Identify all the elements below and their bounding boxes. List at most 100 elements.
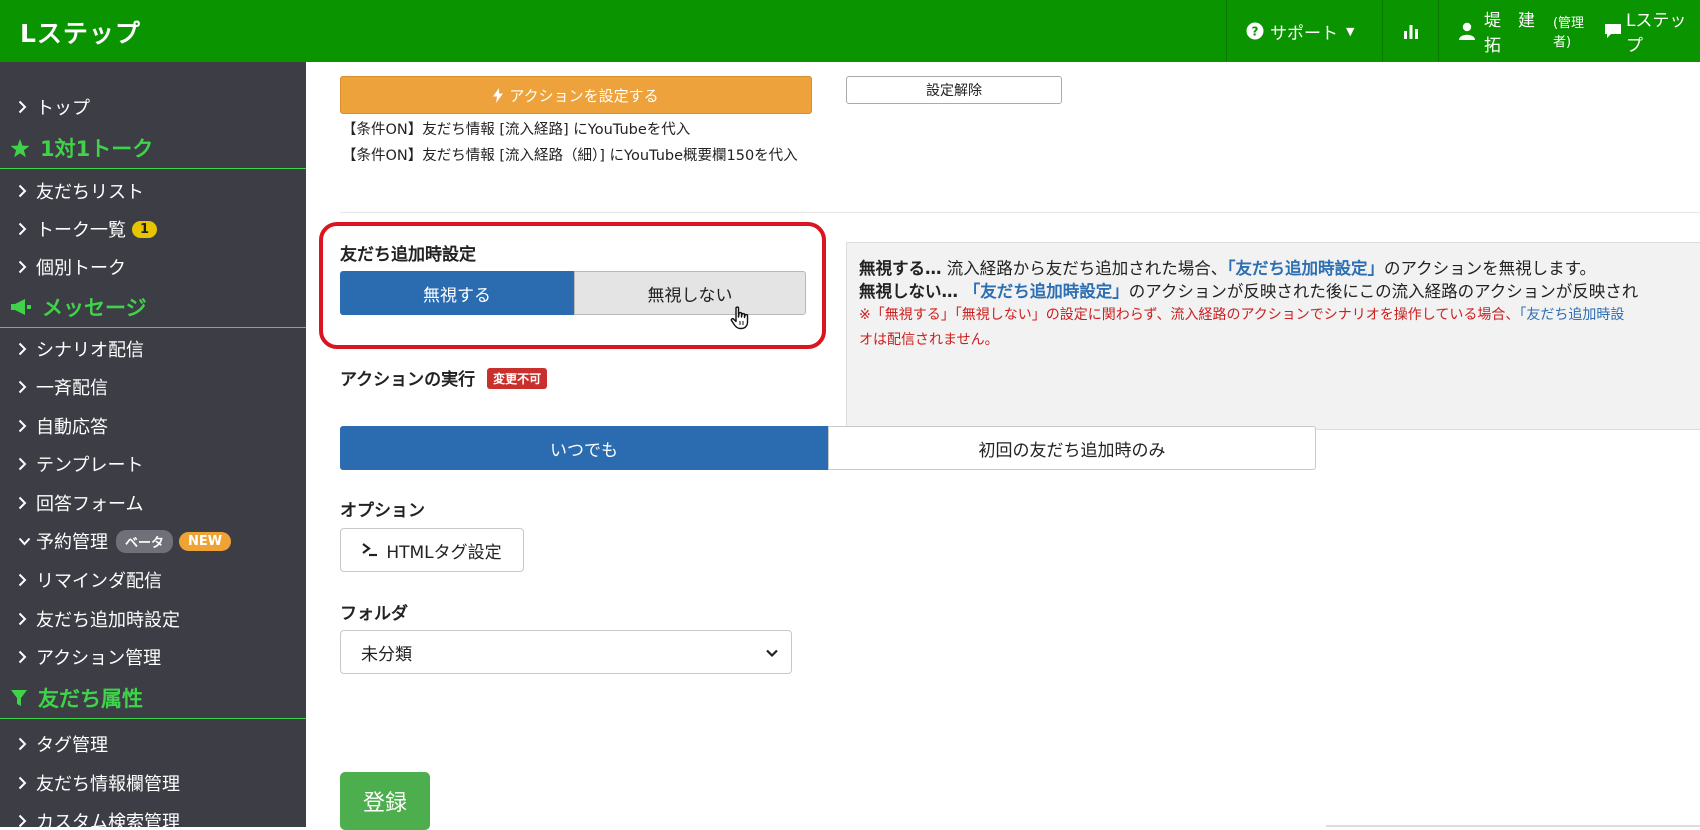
chevron-down-icon	[18, 537, 32, 546]
sidebar-item-action-management[interactable]: アクション管理	[0, 638, 306, 676]
set-action-label: アクションを設定する	[509, 86, 659, 105]
chevron-right-icon	[18, 260, 32, 274]
sidebar-item-individual-talk[interactable]: 個別トーク	[0, 248, 306, 286]
user-icon	[1458, 22, 1476, 40]
help-text: 流入経路から友だち追加された場合、	[941, 259, 1228, 278]
support-menu[interactable]: ? サポート ▼	[1246, 0, 1354, 62]
support-label: サポート	[1270, 23, 1338, 44]
svg-text:?: ?	[1252, 25, 1259, 39]
help-term-not-ignore: 無視しない…	[859, 282, 958, 301]
sidebar-item-label: シナリオ配信	[36, 340, 144, 361]
chevron-right-icon	[18, 776, 32, 790]
sidebar-item-label: 個別トーク	[36, 258, 126, 279]
help-line-ignore: 無視する… 流入経路から友だち追加された場合、「友だち追加時設定」のアクションを…	[859, 257, 1700, 280]
user-name: 堤 建拓	[1484, 11, 1535, 56]
chevron-right-icon	[18, 814, 32, 827]
option-label: オプション	[340, 501, 425, 521]
sidebar-item-friend-list[interactable]: 友だちリスト	[0, 172, 306, 210]
sidebar-heading-message: メッセージ	[0, 287, 306, 328]
friend-add-setting-link[interactable]: 「友だち追加時設定」	[958, 282, 1129, 301]
sidebar-item-label: 友だち追加時設定	[36, 610, 180, 631]
sidebar-item-template[interactable]: テンプレート	[0, 445, 306, 483]
chevron-right-icon	[18, 737, 32, 751]
caret-down-icon: ▼	[1346, 24, 1355, 38]
help-text: のアクションを無視します。	[1384, 259, 1597, 278]
user-menu[interactable]: 堤 建拓 (管理者) Lステップ	[1458, 0, 1700, 62]
folder-label: フォルダ	[340, 604, 408, 624]
condition-line: 【条件ON】友だち情報 [流入経路] にYouTubeを代入	[342, 122, 691, 138]
chevron-right-icon	[18, 612, 32, 626]
friend-add-setting-label: 友だち追加時設定	[340, 245, 476, 265]
section-divider	[340, 212, 1700, 213]
locked-badge: 変更不可	[487, 368, 548, 389]
sidebar-item-label: 友だちリスト	[36, 182, 144, 203]
sidebar-heading-label: 1対1トーク	[40, 137, 154, 161]
condition-line: 【条件ON】友だち情報 [流入経路（細）] にYouTube概要欄150を代入	[342, 148, 798, 164]
chat-icon	[1604, 23, 1622, 39]
action-exec-label-row: アクションの実行 変更不可	[340, 365, 548, 390]
friend-add-setting-link[interactable]: 「友だち追加時設	[1519, 307, 1624, 323]
help-warning: ※「無視する」「無視しない」の設定に関わらず、流入経路のアクションでシナリオを操…	[859, 303, 1700, 328]
html-tag-setting-label: HTMLタグ設定	[386, 542, 502, 563]
sidebar-item-talk-list[interactable]: トーク一覧 1	[0, 210, 306, 248]
top-navbar: Lステップ ? サポート ▼ 堤 建拓 (管理者) Lステップ	[0, 0, 1700, 62]
sidebar-item-label: トップ	[36, 98, 90, 119]
sidebar-heading-talk: 1対1トーク	[0, 128, 306, 169]
new-badge: NEW	[179, 531, 232, 551]
bar-chart-icon	[1402, 22, 1420, 40]
first-add-only-option[interactable]: 初回の友だち追加時のみ	[828, 426, 1316, 470]
sidebar-item-friend-info-fields[interactable]: 友だち情報欄管理	[0, 764, 306, 802]
friend-add-setting-link[interactable]: 「友だち追加時設定」	[1227, 259, 1384, 278]
help-text: のアクションが反映された後にこの流入経路のアクションが反映され	[1128, 282, 1639, 301]
sidebar-heading-friend-attributes: 友だち属性	[0, 678, 306, 719]
navbar-divider	[1226, 0, 1227, 62]
set-action-button[interactable]: アクションを設定する	[340, 76, 812, 114]
sidebar-item-label: 予約管理	[36, 532, 108, 553]
stats-button[interactable]	[1402, 0, 1420, 62]
anytime-option[interactable]: いつでも	[340, 426, 828, 470]
chevron-right-icon	[18, 222, 32, 236]
sidebar-item-reservation[interactable]: 予約管理 ベータ NEW	[0, 522, 306, 560]
sidebar-item-answer-form[interactable]: 回答フォーム	[0, 484, 306, 522]
sidebar-item-reminder[interactable]: リマインダ配信	[0, 561, 306, 599]
question-circle-icon: ?	[1246, 22, 1264, 40]
ignore-option[interactable]: 無視する	[340, 271, 574, 315]
sidebar-item-tag-management[interactable]: タグ管理	[0, 725, 306, 763]
sidebar-item-label: 友だち情報欄管理	[36, 774, 180, 795]
navbar-divider	[1382, 0, 1383, 62]
sidebar-item-label: 自動応答	[36, 417, 108, 438]
sidebar-item-label: テンプレート	[36, 455, 144, 476]
terminal-icon	[362, 543, 378, 557]
not-ignore-option[interactable]: 無視しない	[574, 271, 806, 315]
navbar-divider	[1438, 0, 1439, 62]
app-logo[interactable]: Lステップ	[20, 14, 141, 50]
submit-button[interactable]: 登録	[340, 772, 430, 830]
action-exec-label: アクションの実行	[340, 370, 476, 390]
sidebar-item-custom-search[interactable]: カスタム検索管理	[0, 802, 306, 827]
user-role: (管理者)	[1552, 16, 1585, 50]
sidebar-item-friend-add-setting[interactable]: 友だち追加時設定	[0, 600, 306, 638]
help-warning: オは配信されません。	[859, 332, 999, 348]
folder-select[interactable]: 未分類	[340, 630, 792, 674]
megaphone-icon	[10, 298, 32, 316]
sidebar-item-label: アクション管理	[36, 648, 162, 669]
sidebar-item-auto-reply[interactable]: 自動応答	[0, 407, 306, 445]
unread-count-badge: 1	[132, 220, 158, 238]
sidebar-heading-label: メッセージ	[42, 296, 147, 320]
sidebar-item-label: 回答フォーム	[36, 494, 144, 515]
filter-icon	[10, 689, 28, 708]
html-tag-setting-button[interactable]: HTMLタグ設定	[340, 528, 524, 572]
bolt-icon	[493, 87, 504, 103]
chevron-right-icon	[18, 419, 32, 433]
sidebar-item-broadcast[interactable]: 一斉配信	[0, 368, 306, 406]
sidebar-item-label: タグ管理	[36, 735, 108, 756]
chevron-right-icon	[18, 100, 32, 114]
warning-text: ※「無視する」「無視しない」の設定に関わらず、流入経路のアクションでシナリオを操…	[859, 307, 1520, 323]
beta-badge: ベータ	[116, 529, 174, 553]
release-setting-button[interactable]: 設定解除	[846, 76, 1062, 104]
action-exec-toggle: いつでも 初回の友だち追加時のみ	[340, 426, 1316, 470]
sidebar-item-scenario[interactable]: シナリオ配信	[0, 330, 306, 368]
folder-selected-value: 未分類	[361, 644, 412, 665]
chevron-right-icon	[18, 342, 32, 356]
sidebar-item-top[interactable]: トップ	[0, 88, 306, 126]
